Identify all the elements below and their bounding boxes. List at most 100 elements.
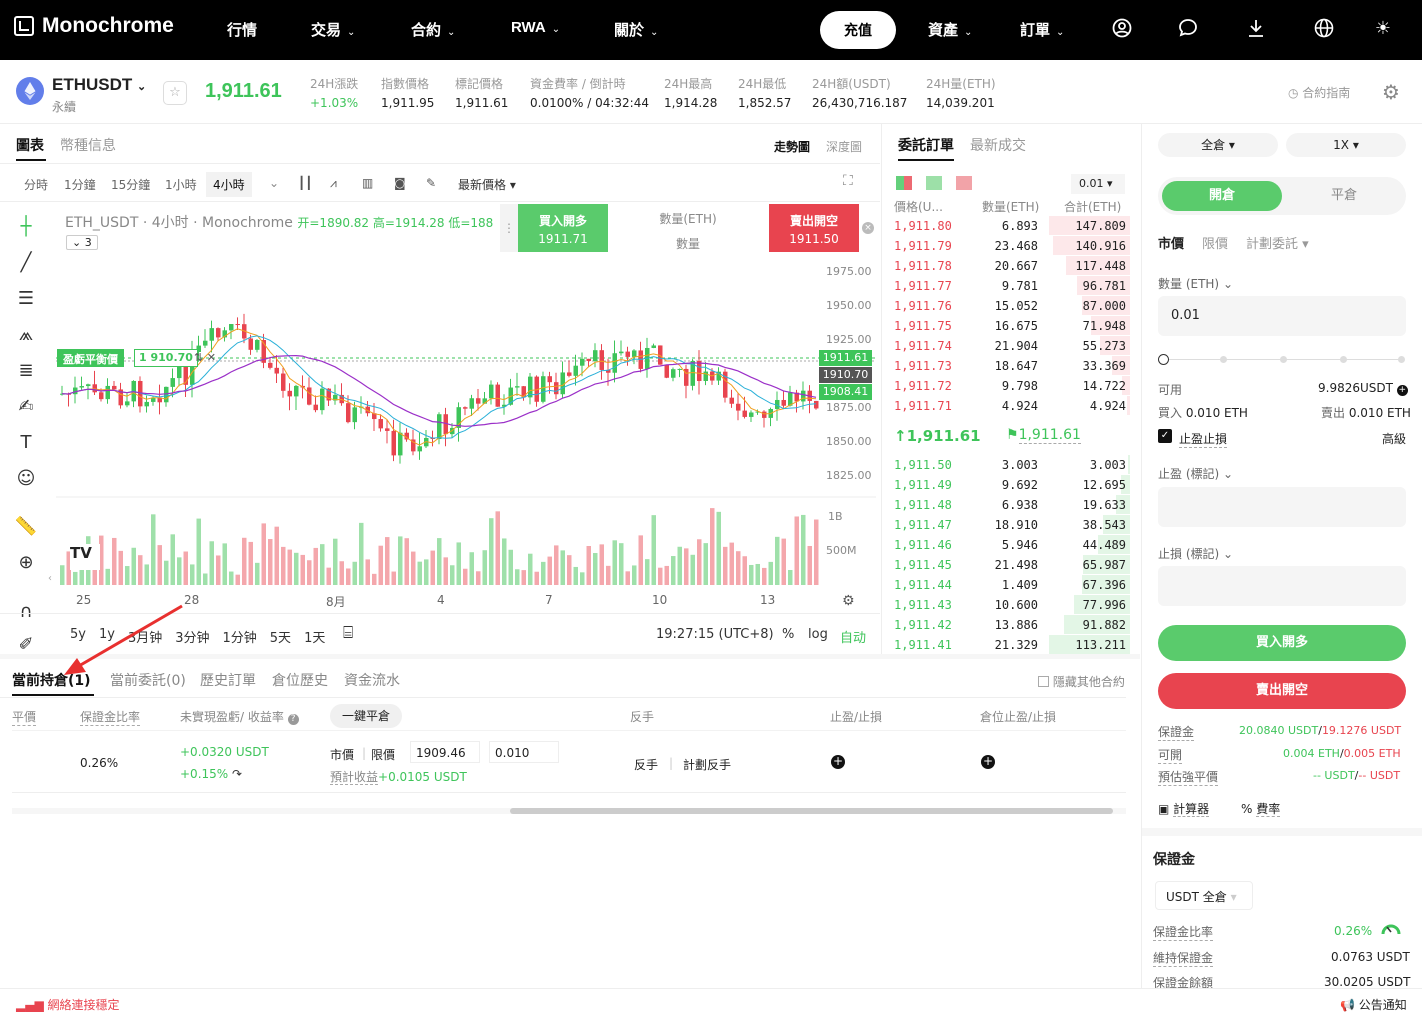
orderbook-row[interactable]: 1,911.80 6.893 147.809 <box>890 216 1130 236</box>
quick-sell-button[interactable]: 賣出開空 1911.50 <box>769 204 859 252</box>
favorite-star-icon[interactable]: ☆ <box>163 81 187 105</box>
qty-label[interactable]: 數量 (ETH) ⌄ <box>1158 275 1233 292</box>
logo[interactable]: Monochrome <box>14 14 174 38</box>
margin-account-select[interactable]: USDT 全倉 ▾ <box>1155 881 1253 910</box>
settings-gear-icon[interactable]: ⚙ <box>1382 80 1400 104</box>
log-toggle[interactable]: log <box>808 627 828 642</box>
quick-buy-button[interactable]: 買入開多 1911.71 <box>518 204 608 252</box>
book-both-icon[interactable] <box>896 176 912 190</box>
chart-settings-icon[interactable]: ⚙ <box>842 593 855 609</box>
orderbook-row[interactable]: 1,911.50 3.003 3.003 <box>890 455 1130 475</box>
zoom-icon[interactable]: ⊕ <box>14 551 38 575</box>
orderbook-row[interactable]: 1,911.41 21.329 113.211 <box>890 635 1130 655</box>
tp-input[interactable] <box>1158 487 1406 527</box>
orderbook-row[interactable]: 1,911.47 18.910 38.543 <box>890 515 1130 535</box>
close-quick-trade-icon[interactable]: × <box>862 222 874 234</box>
chat-icon[interactable] <box>1177 18 1199 40</box>
hide-other-checkbox[interactable] <box>1038 676 1049 687</box>
close-qty-input[interactable]: 0.010 <box>489 741 559 763</box>
orderbook-row[interactable]: 1,911.71 4.924 4.924 <box>890 396 1130 416</box>
interval-more-icon[interactable]: ⌄ <box>269 176 279 190</box>
transfer-icon[interactable]: + <box>1396 385 1408 396</box>
candle-type-icon[interactable]: ┃┃ <box>298 176 312 190</box>
orderbook-row[interactable]: 1,911.49 9.692 12.695 <box>890 475 1130 495</box>
precision-select[interactable]: 0.01 ▾ <box>1071 174 1125 194</box>
order-type-limit[interactable]: 限價 <box>1202 233 1228 252</box>
camera-icon[interactable]: ◙ <box>394 176 406 190</box>
hide-other-contracts[interactable]: 隱藏其他合約 <box>1038 673 1125 690</box>
tab-chart[interactable]: 圖表 <box>16 135 44 155</box>
download-icon[interactable] <box>1245 18 1267 40</box>
close-limit-option[interactable]: 限價 <box>371 746 395 763</box>
range-1min[interactable]: 1分钟 <box>223 627 257 646</box>
orderbook-row[interactable]: 1,911.73 18.647 33.369 <box>890 356 1130 376</box>
brush-icon[interactable]: ✍ <box>14 395 38 419</box>
pattern-icon[interactable]: ⩕ <box>14 323 38 347</box>
horizontal-scrollbar[interactable] <box>12 808 1126 814</box>
contract-guide-link[interactable]: ◷ 合約指南 <box>1288 84 1350 101</box>
magnet-icon[interactable]: ∩ <box>14 600 38 624</box>
view-depth[interactable]: 深度圖 <box>826 138 862 155</box>
tab-latest-trades[interactable]: 最新成交 <box>970 135 1026 155</box>
orderbook-row[interactable]: 1,911.45 21.498 65.987 <box>890 555 1130 575</box>
orderbook-row[interactable]: 1,911.43 10.600 77.996 <box>890 595 1130 615</box>
open-tab[interactable]: 開倉 <box>1162 181 1282 211</box>
fullscreen-icon[interactable]: ⛶ <box>843 173 853 189</box>
theme-sun-icon[interactable]: ☀ <box>1372 18 1394 40</box>
reverse-button[interactable]: 反手 <box>634 756 658 773</box>
nav-item-about[interactable]: 關於 ⌄ <box>614 19 658 40</box>
leverage-select[interactable]: 1X ▾ <box>1286 133 1406 157</box>
emoji-icon[interactable]: ☺ <box>14 467 38 491</box>
calculator-link[interactable]: ▣ 計算器 <box>1158 800 1210 817</box>
book-bids-icon[interactable] <box>926 176 942 190</box>
orderbook-row[interactable]: 1,911.77 9.781 96.781 <box>890 276 1130 296</box>
hlines-icon[interactable]: ☰ <box>14 287 38 311</box>
tab-coin-info[interactable]: 幣種信息 <box>60 135 116 155</box>
book-asks-icon[interactable] <box>956 176 972 190</box>
orderbook-row[interactable]: 1,911.78 20.667 117.448 <box>890 256 1130 276</box>
close-price-input[interactable]: 1909.46 <box>410 741 480 763</box>
interval-time[interactable]: 分時 <box>24 176 48 193</box>
plan-reverse-button[interactable]: 計劃反手 <box>683 756 731 773</box>
order-type-plan[interactable]: 計劃委託 ▾ <box>1246 233 1309 252</box>
drag-handle[interactable]: ⋮ <box>500 204 518 252</box>
breakeven-controls[interactable]: ⇅ ✕ <box>194 351 216 364</box>
margin-mode-select[interactable]: 全倉 ▾ <box>1158 133 1278 157</box>
orderbook-row[interactable]: 1,911.79 23.468 140.916 <box>890 236 1130 256</box>
view-trend[interactable]: 走勢圖 <box>774 138 810 155</box>
info-icon[interactable]: ? <box>287 714 299 725</box>
interval-1m[interactable]: 1分鐘 <box>64 176 96 193</box>
nav-item-assets[interactable]: 資產 ⌄ <box>928 19 972 40</box>
qty-slider[interactable] <box>1158 354 1406 366</box>
sl-input[interactable] <box>1158 566 1406 606</box>
fib-icon[interactable]: ≣ <box>14 359 38 383</box>
crosshair-icon[interactable]: ┼ <box>14 215 38 239</box>
add-position-tpsl-icon[interactable]: + <box>981 755 995 769</box>
orderbook-row[interactable]: 1,911.46 5.946 44.489 <box>890 535 1130 555</box>
sell-short-button[interactable]: 賣出開空 <box>1158 673 1406 709</box>
text-tool-icon[interactable]: T <box>14 431 38 455</box>
orderbook-row[interactable]: 1,911.76 15.052 87.000 <box>890 296 1130 316</box>
tab-position-history[interactable]: 倉位歷史 <box>272 670 328 690</box>
trendline-icon[interactable]: ╱ <box>14 251 38 275</box>
nav-item-market[interactable]: 行情 <box>227 19 257 40</box>
tpsl-checkbox[interactable]: ✓ <box>1158 429 1172 443</box>
range-1d[interactable]: 1天 <box>304 627 325 646</box>
edit-icon[interactable]: ✎ <box>426 176 436 190</box>
ruler-icon[interactable]: 📏 <box>14 515 38 539</box>
interval-15m[interactable]: 15分鐘 <box>111 176 150 193</box>
bar-chart-icon[interactable]: ▥ <box>362 176 373 190</box>
order-type-market[interactable]: 市價 <box>1158 233 1184 252</box>
orderbook-row[interactable]: 1,911.72 9.798 14.722 <box>890 376 1130 396</box>
orderbook-row[interactable]: 1,911.44 1.409 67.396 <box>890 575 1130 595</box>
range-5d[interactable]: 5天 <box>270 627 291 646</box>
indicator-icon[interactable]: ⩘ <box>330 176 337 191</box>
interval-4h[interactable]: 4小時 <box>206 172 252 197</box>
tab-orderbook[interactable]: 委託訂單 <box>898 135 954 155</box>
nav-item-contract[interactable]: 合約 ⌄ <box>411 19 455 40</box>
share-icon[interactable]: ↷ <box>232 767 242 781</box>
qty-input[interactable]: 0.01 <box>1158 296 1406 336</box>
nav-item-trade[interactable]: 交易 ⌄ <box>311 19 355 40</box>
nav-item-orders[interactable]: 訂單 ⌄ <box>1020 19 1064 40</box>
add-tpsl-icon[interactable]: + <box>831 755 845 769</box>
